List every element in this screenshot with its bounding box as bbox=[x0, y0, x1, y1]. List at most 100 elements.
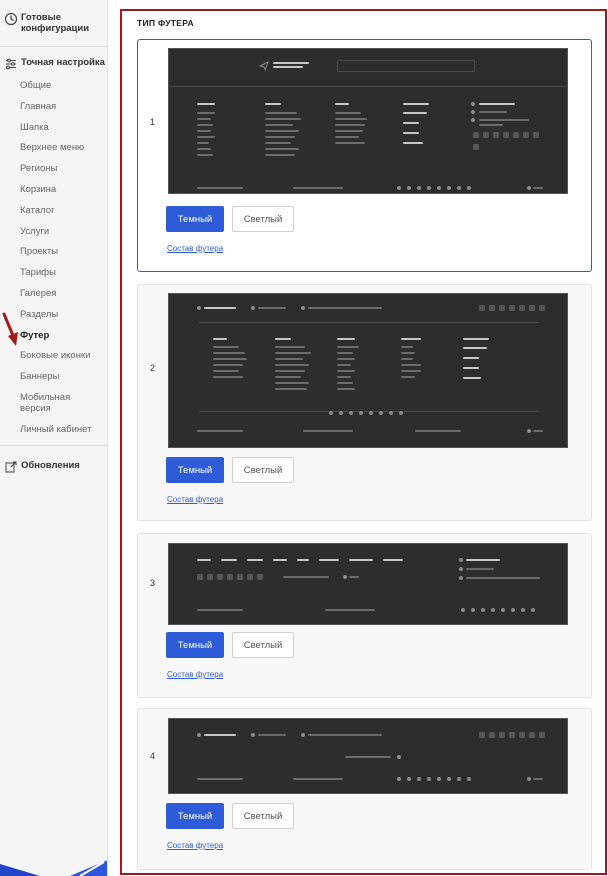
preview-bullet bbox=[459, 558, 463, 562]
sidebar-item-header[interactable]: Шапка bbox=[20, 122, 107, 133]
send-icon bbox=[259, 61, 269, 71]
light-button[interactable]: Светлый bbox=[232, 632, 294, 658]
preview-pay-icon bbox=[399, 411, 403, 415]
preview-col-head bbox=[337, 338, 355, 340]
sidebar-item-main[interactable]: Главная bbox=[20, 101, 107, 112]
footer-preview-2[interactable] bbox=[168, 293, 568, 448]
preview-social bbox=[237, 574, 243, 580]
corner-graphic bbox=[0, 860, 107, 876]
preview-subscribe bbox=[283, 576, 329, 578]
preview-nav-item bbox=[247, 559, 263, 561]
light-button[interactable]: Светлый bbox=[232, 803, 294, 829]
preview-pay-icon bbox=[521, 608, 525, 612]
preview-lang-icon bbox=[343, 575, 347, 579]
preview-social bbox=[509, 732, 515, 738]
preview-line bbox=[349, 576, 359, 578]
footer-composition-link[interactable]: Состав футера bbox=[167, 495, 223, 504]
dark-button[interactable]: Темный bbox=[166, 206, 224, 232]
preview-social bbox=[529, 732, 535, 738]
sidebar-item-general[interactable]: Общие bbox=[20, 80, 107, 91]
footer-preview-4[interactable] bbox=[168, 718, 568, 794]
sidebar-item-regions[interactable]: Регионы bbox=[20, 163, 107, 174]
preview-line bbox=[337, 388, 355, 390]
preview-line bbox=[197, 154, 213, 156]
sidebar-item-account[interactable]: Личный кабинет bbox=[20, 424, 107, 435]
dark-button[interactable]: Темный bbox=[166, 803, 224, 829]
sidebar-item-cart[interactable]: Корзина bbox=[20, 184, 107, 195]
sidebar-section-updates[interactable]: Обновления bbox=[0, 446, 107, 474]
sidebar-item-side-icons[interactable]: Боковые иконки bbox=[20, 350, 107, 361]
red-arrow-indicator bbox=[2, 312, 18, 346]
light-button[interactable]: Светлый bbox=[232, 206, 294, 232]
footer-composition-link[interactable]: Состав футера bbox=[167, 670, 223, 679]
preview-pay-icon bbox=[389, 411, 393, 415]
preview-line bbox=[265, 124, 293, 126]
preview-line bbox=[335, 112, 361, 114]
preview-bullet bbox=[251, 306, 255, 310]
preview-line bbox=[463, 347, 487, 349]
footer-option-1[interactable]: 1 Темный Светлый Состав футера bbox=[137, 39, 592, 272]
preview-line bbox=[197, 118, 211, 120]
footer-option-4[interactable]: 4 Темный Светлый Состав футера bbox=[137, 708, 592, 870]
sidebar-item-tariffs[interactable]: Тарифы bbox=[20, 267, 107, 278]
preview-col-head bbox=[335, 103, 349, 105]
preview-pay-icon bbox=[369, 411, 373, 415]
footer-composition-link[interactable]: Состав футера bbox=[167, 244, 223, 253]
preview-line bbox=[337, 376, 351, 378]
preview-social bbox=[217, 574, 223, 580]
sidebar-item-banners[interactable]: Баннеры bbox=[20, 371, 107, 382]
sidebar-section-ready[interactable]: Готовые конфигурации bbox=[0, 0, 107, 34]
preview-nav-item bbox=[383, 559, 403, 561]
preview-pay-icon bbox=[407, 777, 411, 781]
sidebar-item-gallery[interactable]: Галерея bbox=[20, 288, 107, 299]
preview-line bbox=[275, 352, 311, 354]
sidebar-item-catalog[interactable]: Каталог bbox=[20, 205, 107, 216]
sidebar-item-footer[interactable]: Футер bbox=[12, 330, 107, 341]
light-button[interactable]: Светлый bbox=[232, 457, 294, 483]
preview-address bbox=[466, 577, 540, 579]
sidebar-items: Общие Главная Шапка Верхнее меню Регионы… bbox=[0, 71, 107, 435]
preview-line bbox=[275, 382, 309, 384]
preview-pay-icon bbox=[407, 186, 411, 190]
preview-social bbox=[493, 132, 499, 138]
dark-button[interactable]: Темный bbox=[166, 632, 224, 658]
panel-title: ТИП ФУТЕРА bbox=[137, 18, 194, 28]
preview-line bbox=[265, 142, 291, 144]
sidebar-item-sections[interactable]: Разделы bbox=[20, 309, 107, 320]
sidebar-item-mobile[interactable]: Мобильная версия bbox=[20, 392, 80, 414]
preview-lang-icon bbox=[527, 777, 531, 781]
preview-privacy bbox=[325, 609, 375, 611]
preview-line bbox=[275, 376, 301, 378]
preview-privacy bbox=[293, 187, 343, 189]
preview-pay-icon bbox=[329, 411, 333, 415]
preview-social bbox=[523, 132, 529, 138]
preview-line bbox=[337, 382, 353, 384]
sidebar-section-fine[interactable]: Точная настройка bbox=[0, 47, 107, 71]
sidebar: Готовые конфигурации Точная настройка Об… bbox=[0, 0, 108, 876]
preview-pay-icon bbox=[511, 608, 515, 612]
preview-line bbox=[213, 376, 243, 378]
updates-icon bbox=[5, 461, 17, 473]
preview-line bbox=[533, 778, 543, 780]
footer-preview-1[interactable] bbox=[168, 48, 568, 194]
preview-social bbox=[519, 305, 525, 311]
preview-bullet bbox=[459, 567, 463, 571]
sidebar-item-top-menu[interactable]: Верхнее меню bbox=[20, 142, 107, 153]
preview-bullet bbox=[471, 118, 475, 122]
preview-line bbox=[337, 352, 353, 354]
preview-privacy bbox=[303, 430, 353, 432]
preview-social bbox=[207, 574, 213, 580]
footer-composition-link[interactable]: Состав футера bbox=[167, 841, 223, 850]
preview-line bbox=[463, 377, 481, 379]
sidebar-item-services[interactable]: Услуги bbox=[20, 226, 107, 237]
dark-button[interactable]: Темный bbox=[166, 457, 224, 483]
sidebar-item-projects[interactable]: Проекты bbox=[20, 246, 107, 257]
preview-address bbox=[308, 307, 382, 309]
preview-col-head bbox=[403, 103, 429, 105]
preview-line bbox=[401, 364, 421, 366]
footer-option-2[interactable]: 2 Темный Светлый Состав футера bbox=[137, 284, 592, 521]
preview-col-head bbox=[197, 103, 215, 105]
footer-option-3[interactable]: 3 Темный Светлый Состав футера bbox=[137, 533, 592, 698]
footer-preview-3[interactable] bbox=[168, 543, 568, 625]
preview-bullet bbox=[471, 110, 475, 114]
